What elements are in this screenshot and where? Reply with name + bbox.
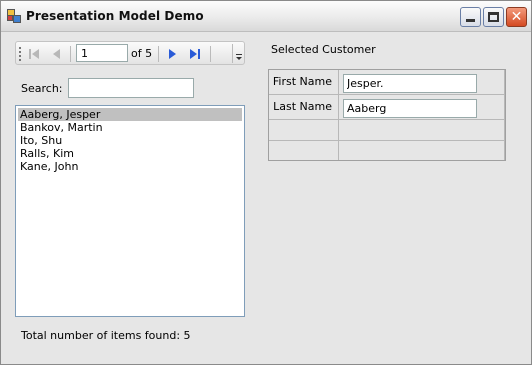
customer-detail-grid: First Name Last Name [268, 69, 506, 161]
toolbar-overflow-button[interactable] [232, 44, 244, 63]
list-item[interactable]: Bankov, Martin [18, 121, 242, 134]
list-item[interactable]: Aaberg, Jesper [18, 108, 242, 121]
window-title: Presentation Model Demo [26, 9, 204, 23]
maximize-button[interactable] [483, 7, 504, 27]
selected-customer-heading: Selected Customer [271, 43, 376, 56]
position-input[interactable] [76, 44, 128, 62]
close-icon: ✕ [510, 9, 523, 25]
app-icon [7, 9, 21, 23]
move-last-icon[interactable] [187, 46, 203, 62]
title-bar[interactable]: Presentation Model Demo ✕ [1, 1, 531, 32]
count-label: of 5 [131, 47, 153, 60]
empty-grid-cell [269, 120, 339, 141]
binding-navigator: of 5 [15, 41, 245, 65]
last-name-cell [339, 95, 505, 120]
last-name-label: Last Name [269, 95, 339, 120]
move-first-icon[interactable] [26, 46, 42, 62]
toolbar-grip[interactable] [19, 47, 21, 61]
empty-grid-cell [339, 120, 505, 141]
minimize-icon [466, 19, 475, 22]
chevron-down-icon [236, 57, 242, 60]
empty-grid-cell [339, 141, 505, 160]
first-name-field[interactable] [343, 74, 477, 93]
move-previous-icon[interactable] [49, 46, 65, 62]
search-label: Search: [21, 82, 63, 95]
list-item[interactable]: Kane, John [18, 160, 242, 173]
list-item[interactable]: Ralls, Kim [18, 147, 242, 160]
minimize-button[interactable] [460, 7, 481, 27]
first-name-label: First Name [269, 70, 339, 95]
total-items-label: Total number of items found: 5 [21, 329, 191, 342]
list-item[interactable]: Ito, Shu [18, 134, 242, 147]
customer-list[interactable]: Aaberg, Jesper Bankov, Martin Ito, Shu R… [15, 105, 245, 317]
toolbar-separator [70, 46, 71, 62]
last-name-field[interactable] [343, 99, 477, 118]
toolbar-separator [210, 46, 211, 62]
first-name-cell [339, 70, 505, 95]
close-button[interactable]: ✕ [506, 7, 527, 27]
move-next-icon[interactable] [164, 46, 180, 62]
empty-grid-cell [269, 141, 339, 160]
search-input[interactable] [68, 78, 194, 98]
overflow-line-icon [236, 54, 242, 55]
main-window: Presentation Model Demo ✕ of 5 Search: A… [0, 0, 532, 365]
toolbar-separator [158, 46, 159, 62]
maximize-icon [488, 12, 499, 22]
